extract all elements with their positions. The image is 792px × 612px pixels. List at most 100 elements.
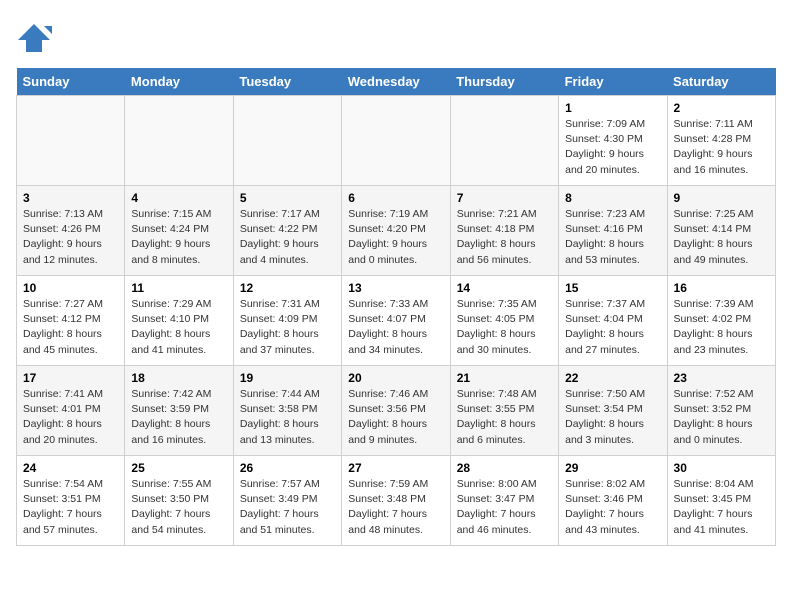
header-saturday: Saturday (667, 68, 775, 96)
day-number: 7 (457, 191, 552, 205)
calendar-cell (450, 96, 558, 186)
day-number: 5 (240, 191, 335, 205)
calendar-cell: 22Sunrise: 7:50 AM Sunset: 3:54 PM Dayli… (559, 366, 667, 456)
calendar-cell (125, 96, 233, 186)
calendar-cell: 18 Sunrise: 7:42 AM Sunset: 3:59 PM Dayli… (125, 366, 233, 456)
day-info: Sunrise: 7:13 AM Sunset: 4:26 PM Dayligh… (23, 207, 118, 268)
day-info: Sunrise: 7:35 AM Sunset: 4:05 PM Dayligh… (457, 297, 552, 358)
calendar-cell: 4 Sunrise: 7:15 AM Sunset: 4:24 PM Daylig… (125, 186, 233, 276)
day-number: 27 (348, 461, 443, 475)
day-info: Sunrise: 7:54 AM Sunset: 3:51 PM Dayligh… (23, 477, 118, 538)
day-number: 1 (565, 101, 660, 115)
calendar-body: 1Sunrise: 7:09 AM Sunset: 4:30 PM Daylig… (17, 96, 776, 546)
day-info: Sunrise: 7:52 AM Sunset: 3:52 PM Dayligh… (674, 387, 769, 448)
calendar-cell: 25Sunrise: 7:55 AM Sunset: 3:50 PM Dayli… (125, 456, 233, 546)
day-number: 11 (131, 281, 226, 295)
day-number: 2 (674, 101, 769, 115)
day-info: Sunrise: 7:27 AM Sunset: 4:12 PM Dayligh… (23, 297, 118, 358)
day-number: 14 (457, 281, 552, 295)
calendar-cell: 27 Sunrise: 7:59 AM Sunset: 3:48 PM Dayli… (342, 456, 450, 546)
calendar-cell: 28 Sunrise: 8:00 AM Sunset: 3:47 PM Dayli… (450, 456, 558, 546)
logo-icon (16, 20, 52, 56)
calendar-cell: 21 Sunrise: 7:48 AM Sunset: 3:55 PM Dayli… (450, 366, 558, 456)
day-info: Sunrise: 7:42 AM Sunset: 3:59 PM Dayligh… (131, 387, 226, 448)
header-row: SundayMondayTuesdayWednesdayThursdayFrid… (17, 68, 776, 96)
day-info: Sunrise: 7:57 AM Sunset: 3:49 PM Dayligh… (240, 477, 335, 538)
header-wednesday: Wednesday (342, 68, 450, 96)
week-row-1: 3 Sunrise: 7:13 AM Sunset: 4:26 PM Daylig… (17, 186, 776, 276)
day-number: 30 (674, 461, 769, 475)
header-monday: Monday (125, 68, 233, 96)
calendar-cell: 30 Sunrise: 8:04 AM Sunset: 3:45 PM Dayli… (667, 456, 775, 546)
day-info: Sunrise: 7:11 AM Sunset: 4:28 PM Dayligh… (674, 117, 769, 178)
day-info: Sunrise: 8:00 AM Sunset: 3:47 PM Dayligh… (457, 477, 552, 538)
day-number: 8 (565, 191, 660, 205)
calendar-header: SundayMondayTuesdayWednesdayThursdayFrid… (17, 68, 776, 96)
header-sunday: Sunday (17, 68, 125, 96)
calendar-cell (233, 96, 341, 186)
calendar-cell: 8 Sunrise: 7:23 AM Sunset: 4:16 PM Daylig… (559, 186, 667, 276)
day-number: 12 (240, 281, 335, 295)
calendar-cell: 16Sunrise: 7:39 AM Sunset: 4:02 PM Dayli… (667, 276, 775, 366)
header-thursday: Thursday (450, 68, 558, 96)
calendar-cell (342, 96, 450, 186)
day-info: Sunrise: 8:02 AM Sunset: 3:46 PM Dayligh… (565, 477, 660, 538)
day-info: Sunrise: 7:19 AM Sunset: 4:20 PM Dayligh… (348, 207, 443, 268)
day-info: Sunrise: 7:21 AM Sunset: 4:18 PM Dayligh… (457, 207, 552, 268)
calendar-cell: 24 Sunrise: 7:54 AM Sunset: 3:51 PM Dayli… (17, 456, 125, 546)
day-number: 17 (23, 371, 118, 385)
page-header (16, 16, 776, 56)
calendar-cell: 11 Sunrise: 7:29 AM Sunset: 4:10 PM Dayli… (125, 276, 233, 366)
day-info: Sunrise: 7:37 AM Sunset: 4:04 PM Dayligh… (565, 297, 660, 358)
day-number: 21 (457, 371, 552, 385)
calendar-cell: 17 Sunrise: 7:41 AM Sunset: 4:01 PM Dayli… (17, 366, 125, 456)
calendar-cell: 15 Sunrise: 7:37 AM Sunset: 4:04 PM Dayli… (559, 276, 667, 366)
logo (16, 20, 56, 56)
calendar-cell: 19 Sunrise: 7:44 AM Sunset: 3:58 PM Dayli… (233, 366, 341, 456)
day-info: Sunrise: 7:46 AM Sunset: 3:56 PM Dayligh… (348, 387, 443, 448)
day-number: 19 (240, 371, 335, 385)
day-number: 16 (674, 281, 769, 295)
day-number: 18 (131, 371, 226, 385)
day-number: 13 (348, 281, 443, 295)
day-number: 20 (348, 371, 443, 385)
day-info: Sunrise: 7:15 AM Sunset: 4:24 PM Dayligh… (131, 207, 226, 268)
day-number: 24 (23, 461, 118, 475)
calendar-cell: 1Sunrise: 7:09 AM Sunset: 4:30 PM Daylig… (559, 96, 667, 186)
day-info: Sunrise: 7:48 AM Sunset: 3:55 PM Dayligh… (457, 387, 552, 448)
week-row-4: 24 Sunrise: 7:54 AM Sunset: 3:51 PM Dayli… (17, 456, 776, 546)
day-info: Sunrise: 7:25 AM Sunset: 4:14 PM Dayligh… (674, 207, 769, 268)
calendar-cell: 2 Sunrise: 7:11 AM Sunset: 4:28 PM Daylig… (667, 96, 775, 186)
calendar-cell: 7 Sunrise: 7:21 AM Sunset: 4:18 PM Daylig… (450, 186, 558, 276)
day-info: Sunrise: 7:44 AM Sunset: 3:58 PM Dayligh… (240, 387, 335, 448)
day-number: 15 (565, 281, 660, 295)
calendar-cell: 10 Sunrise: 7:27 AM Sunset: 4:12 PM Dayli… (17, 276, 125, 366)
day-info: Sunrise: 7:41 AM Sunset: 4:01 PM Dayligh… (23, 387, 118, 448)
day-number: 23 (674, 371, 769, 385)
day-info: Sunrise: 7:23 AM Sunset: 4:16 PM Dayligh… (565, 207, 660, 268)
day-info: Sunrise: 8:04 AM Sunset: 3:45 PM Dayligh… (674, 477, 769, 538)
calendar-cell: 12Sunrise: 7:31 AM Sunset: 4:09 PM Dayli… (233, 276, 341, 366)
day-number: 25 (131, 461, 226, 475)
day-number: 9 (674, 191, 769, 205)
calendar-cell: 9 Sunrise: 7:25 AM Sunset: 4:14 PM Daylig… (667, 186, 775, 276)
day-number: 10 (23, 281, 118, 295)
calendar-cell: 14 Sunrise: 7:35 AM Sunset: 4:05 PM Dayli… (450, 276, 558, 366)
day-info: Sunrise: 7:17 AM Sunset: 4:22 PM Dayligh… (240, 207, 335, 268)
week-row-0: 1Sunrise: 7:09 AM Sunset: 4:30 PM Daylig… (17, 96, 776, 186)
day-number: 6 (348, 191, 443, 205)
day-number: 4 (131, 191, 226, 205)
day-number: 22 (565, 371, 660, 385)
calendar-cell: 5 Sunrise: 7:17 AM Sunset: 4:22 PM Daylig… (233, 186, 341, 276)
day-number: 28 (457, 461, 552, 475)
day-info: Sunrise: 7:29 AM Sunset: 4:10 PM Dayligh… (131, 297, 226, 358)
header-tuesday: Tuesday (233, 68, 341, 96)
calendar-cell: 3 Sunrise: 7:13 AM Sunset: 4:26 PM Daylig… (17, 186, 125, 276)
day-number: 3 (23, 191, 118, 205)
calendar-cell: 13Sunrise: 7:33 AM Sunset: 4:07 PM Dayli… (342, 276, 450, 366)
day-info: Sunrise: 7:59 AM Sunset: 3:48 PM Dayligh… (348, 477, 443, 538)
calendar-cell: 26Sunrise: 7:57 AM Sunset: 3:49 PM Dayli… (233, 456, 341, 546)
calendar-cell (17, 96, 125, 186)
day-number: 29 (565, 461, 660, 475)
calendar-cell: 6 Sunrise: 7:19 AM Sunset: 4:20 PM Daylig… (342, 186, 450, 276)
